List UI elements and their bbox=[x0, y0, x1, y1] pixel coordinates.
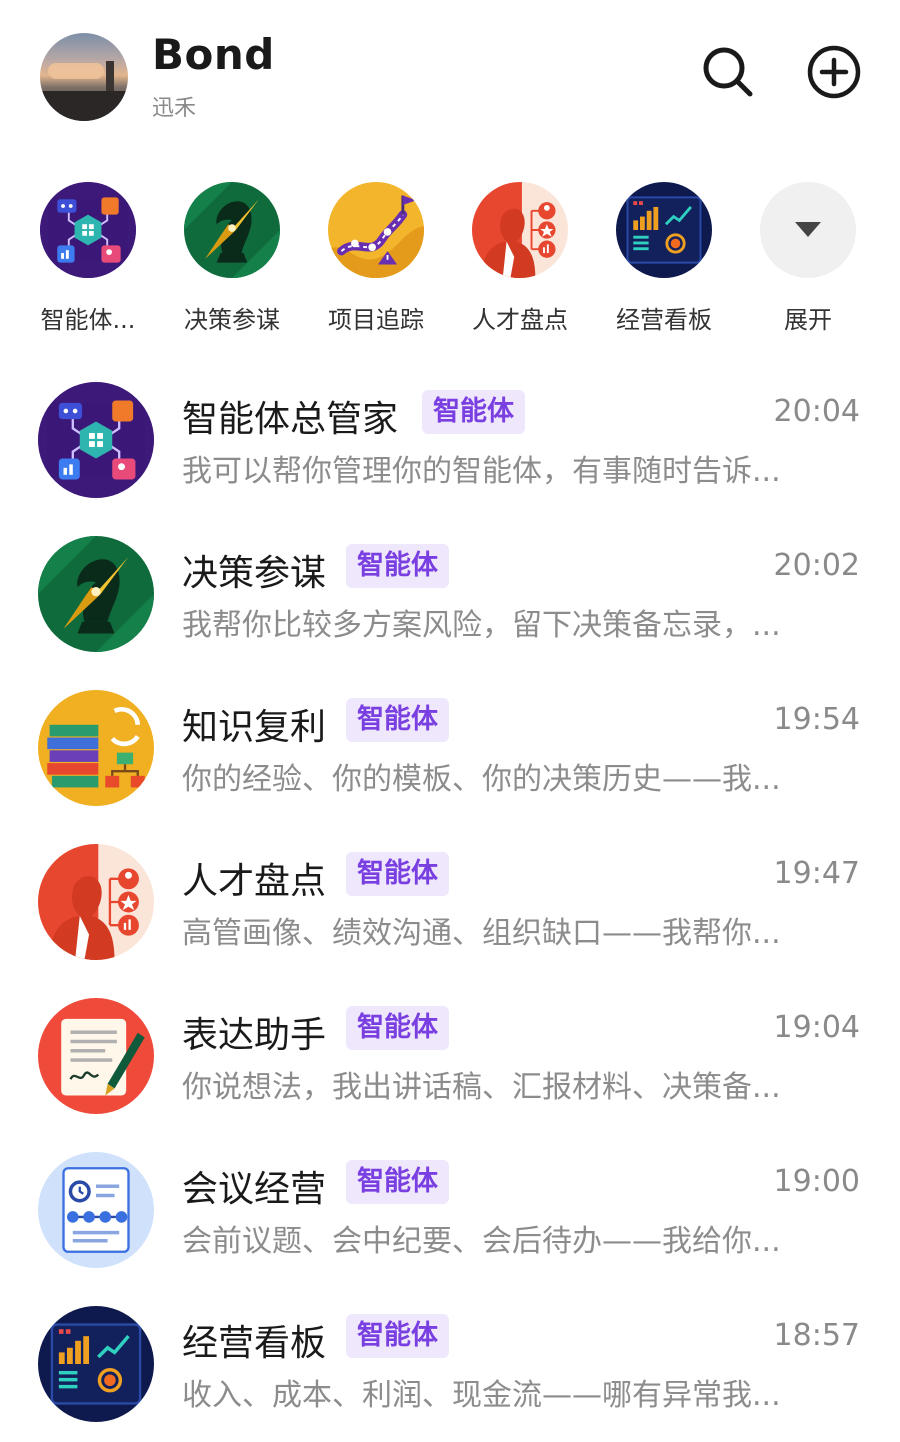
chat-time: 19:00 bbox=[773, 1164, 860, 1199]
add-button[interactable] bbox=[802, 40, 866, 104]
chat-row-meeting[interactable]: 会议经营 智能体 19:00 会前议题、会中纪要、会后待办——我给你... bbox=[0, 1130, 900, 1284]
document-pen-icon bbox=[38, 998, 154, 1114]
chat-row-knowledge[interactable]: 知识复利 智能体 19:54 你的经验、你的模板、你的决策历史——我... bbox=[0, 668, 900, 822]
chat-row-decision[interactable]: 决策参谋 智能体 20:02 我帮你比较多方案风险，留下决策备忘录，... bbox=[0, 514, 900, 668]
books-flowchart-icon bbox=[38, 690, 154, 806]
chat-row-agent-manager[interactable]: 智能体总管家 智能体 20:04 我可以帮你管理你的智能体，有事随时告诉... bbox=[0, 360, 900, 514]
chat-preview: 会前议题、会中纪要、会后待办——我给你... bbox=[182, 1224, 781, 1259]
chess-knight-compass-icon bbox=[184, 182, 280, 278]
chat-title: 知识复利 bbox=[182, 707, 327, 748]
agent-badge: 智能体 bbox=[346, 1160, 449, 1204]
chat-preview: 我帮你比较多方案风险，留下决策备忘录，... bbox=[182, 608, 781, 643]
agent-badge: 智能体 bbox=[346, 852, 449, 896]
chat-preview: 高管画像、绩效沟通、组织缺口——我帮你... bbox=[182, 916, 781, 951]
chat-row-dashboard[interactable]: 经营看板 智能体 18:57 收入、成本、利润、现金流——哪有异常我... bbox=[0, 1284, 900, 1438]
header: Bond 迅禾 bbox=[0, 0, 900, 150]
chat-time: 20:02 bbox=[773, 548, 860, 583]
avatar[interactable] bbox=[40, 33, 128, 121]
business-dashboard-icon bbox=[616, 182, 712, 278]
avatar-buildings bbox=[40, 91, 128, 121]
search-button[interactable] bbox=[696, 40, 760, 104]
chat-time: 19:04 bbox=[773, 1010, 860, 1045]
chat-time: 18:57 bbox=[773, 1318, 860, 1353]
user-subtitle: 迅禾 bbox=[152, 96, 197, 121]
quick-agent-decision[interactable]: 决策参谋 bbox=[172, 180, 292, 335]
quick-agent-label: 项目追踪 bbox=[328, 306, 424, 334]
chat-time: 19:47 bbox=[773, 856, 860, 891]
business-dashboard-icon bbox=[38, 1306, 154, 1422]
search-icon bbox=[703, 47, 753, 97]
agent-badge: 智能体 bbox=[346, 1314, 449, 1358]
expand-button[interactable]: 展开 bbox=[748, 180, 868, 335]
quick-agent-project[interactable]: 项目追踪 bbox=[316, 180, 436, 335]
agent-badge: 智能体 bbox=[346, 1006, 449, 1050]
chevron-down-icon bbox=[795, 222, 821, 237]
chat-title: 经营看板 bbox=[182, 1323, 327, 1364]
chess-knight-compass-icon bbox=[38, 536, 154, 652]
chat-preview: 我可以帮你管理你的智能体，有事随时告诉... bbox=[182, 454, 781, 489]
talent-profile-icon bbox=[472, 182, 568, 278]
roadmap-flag-icon bbox=[328, 182, 424, 278]
chat-title: 决策参谋 bbox=[182, 553, 327, 594]
agent-hub-icon bbox=[40, 182, 136, 278]
meeting-checklist-icon bbox=[38, 1152, 154, 1268]
quick-agent-dashboard[interactable]: 经营看板 bbox=[604, 180, 724, 335]
user-name: Bond bbox=[152, 30, 275, 79]
quick-agent-label: 展开 bbox=[784, 306, 832, 334]
chat-row-expression[interactable]: 表达助手 智能体 19:04 你说想法，我出讲话稿、汇报材料、决策备... bbox=[0, 976, 900, 1130]
quick-agent-label: 人才盘点 bbox=[472, 306, 568, 334]
chat-title: 会议经营 bbox=[182, 1169, 327, 1210]
agent-badge: 智能体 bbox=[346, 544, 449, 588]
chat-time: 19:54 bbox=[773, 702, 860, 737]
agent-badge: 智能体 bbox=[422, 390, 525, 434]
quick-agent-hub[interactable]: 智能体... bbox=[28, 180, 148, 335]
chat-preview: 你说想法，我出讲话稿、汇报材料、决策备... bbox=[182, 1070, 781, 1105]
agent-badge: 智能体 bbox=[346, 698, 449, 742]
expand-circle bbox=[760, 182, 856, 278]
chat-title: 智能体总管家 bbox=[182, 399, 399, 440]
plus-circle-icon bbox=[807, 45, 861, 99]
quick-agent-bar: 智能体... 决策参谋 项目追踪 人才盘点 经营看板 展开 bbox=[0, 180, 900, 340]
quick-agent-label: 智能体... bbox=[40, 306, 136, 334]
chat-title: 人才盘点 bbox=[182, 861, 327, 902]
chat-row-talent[interactable]: 人才盘点 智能体 19:47 高管画像、绩效沟通、组织缺口——我帮你... bbox=[0, 822, 900, 976]
agent-hub-icon bbox=[38, 382, 154, 498]
chat-preview: 收入、成本、利润、现金流——哪有异常我... bbox=[182, 1378, 781, 1413]
chat-time: 20:04 bbox=[773, 394, 860, 429]
talent-profile-icon bbox=[38, 844, 154, 960]
chat-preview: 你的经验、你的模板、你的决策历史——我... bbox=[182, 762, 781, 797]
avatar-cloud bbox=[48, 63, 104, 79]
quick-agent-label: 经营看板 bbox=[616, 306, 712, 334]
chat-title: 表达助手 bbox=[182, 1015, 327, 1056]
quick-agent-talent[interactable]: 人才盘点 bbox=[460, 180, 580, 335]
quick-agent-label: 决策参谋 bbox=[184, 306, 280, 334]
